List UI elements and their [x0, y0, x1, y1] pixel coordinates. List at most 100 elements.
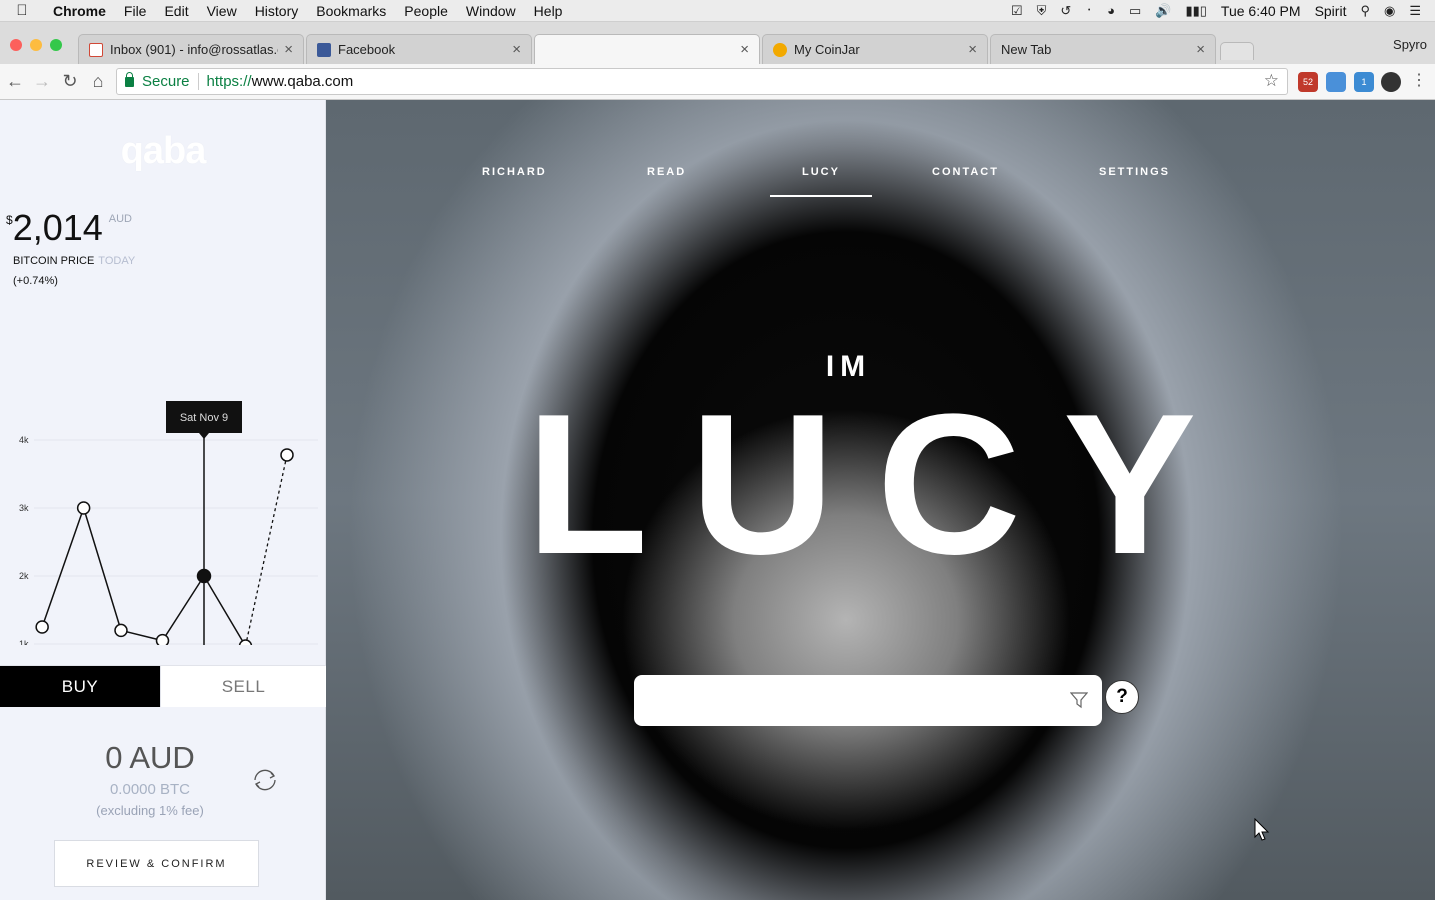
macos-menu-bar:  Chrome File Edit View History Bookmark…	[0, 0, 1435, 22]
menu-bookmarks[interactable]: Bookmarks	[307, 3, 395, 19]
user-name[interactable]: Spirit	[1315, 3, 1347, 19]
hero-headline: LUCY	[526, 373, 1239, 596]
facebook-icon	[317, 42, 331, 57]
tab-qaba[interactable]: ×	[534, 34, 760, 64]
mouse-cursor-icon	[1254, 818, 1270, 841]
trade-sidebar: qaba $ 2,014 AUD BITCOIN PRICE TODAY (+0.…	[0, 100, 326, 900]
hero-section: RICHARD READ LUCY CONTACT SETTINGS IM LU…	[326, 100, 1435, 900]
close-tab-icon[interactable]: ×	[1196, 41, 1205, 58]
volume-icon[interactable]: 🔊	[1155, 3, 1171, 19]
bitcoin-price: $ 2,014 AUD	[6, 210, 132, 246]
menu-help[interactable]: Help	[525, 3, 572, 19]
gmail-icon	[89, 42, 103, 57]
data-point	[76, 501, 91, 515]
search-input[interactable]	[634, 675, 1102, 726]
fee-note: (excluding 1% fee)	[96, 803, 204, 818]
menu-window[interactable]: Window	[457, 3, 525, 19]
close-tab-icon[interactable]: ×	[284, 41, 293, 58]
mail-extension-icon[interactable]: 52	[1298, 72, 1318, 92]
forecast-line	[245, 454, 288, 645]
price-unit: AUD	[108, 213, 133, 225]
data-point	[35, 620, 49, 634]
highlight-point	[196, 568, 212, 584]
close-window-button[interactable]	[10, 39, 22, 51]
close-tab-icon[interactable]: ×	[512, 41, 521, 58]
nav-read[interactable]: READ	[647, 166, 686, 178]
currency-symbol: $	[6, 213, 13, 227]
chrome-menu-icon[interactable]: ⋮	[1408, 70, 1430, 92]
price-change: (+0.74%)	[13, 275, 58, 287]
y-tick-label: 1k	[19, 639, 29, 645]
buy-tab[interactable]: BUY	[0, 666, 160, 707]
nav-lucy[interactable]: LUCY	[802, 166, 840, 178]
url-host: www.qaba.com	[251, 73, 354, 90]
help-button[interactable]: ?	[1105, 680, 1139, 714]
battery-icon[interactable]: ▮▮▯	[1185, 3, 1206, 19]
nav-settings[interactable]: SETTINGS	[1099, 166, 1170, 178]
menu-app-name[interactable]: Chrome	[44, 3, 115, 19]
airplay-icon[interactable]: ▭	[1129, 3, 1141, 19]
zoom-window-button[interactable]	[50, 39, 62, 51]
filter-icon[interactable]	[1070, 691, 1088, 709]
tab-facebook[interactable]: Facebook ×	[306, 34, 532, 64]
menu-history[interactable]: History	[246, 3, 308, 19]
spotlight-search-icon[interactable]: ⚲	[1360, 3, 1370, 19]
review-confirm-button[interactable]: REVIEW & CONFIRM	[54, 840, 259, 887]
y-tick-label: 3k	[19, 503, 29, 513]
close-tab-icon[interactable]: ×	[968, 41, 977, 58]
minimize-window-button[interactable]	[30, 39, 42, 51]
nav-richard[interactable]: RICHARD	[482, 166, 547, 178]
nav-contact[interactable]: CONTACT	[932, 166, 999, 178]
data-point	[114, 623, 128, 638]
price-value: 2,014	[12, 207, 103, 248]
data-point	[238, 639, 253, 645]
data-point	[155, 633, 170, 645]
coinjar-icon	[773, 42, 787, 57]
tooltip-pointer	[199, 433, 209, 439]
back-arrow-icon[interactable]: ←	[4, 70, 26, 92]
siri-icon[interactable]: ◉	[1384, 3, 1395, 19]
price-period[interactable]: TODAY	[98, 255, 135, 267]
url-scheme: https://	[206, 73, 252, 90]
active-nav-indicator	[770, 195, 872, 197]
time-machine-icon[interactable]: ↺	[1060, 3, 1071, 19]
forward-arrow-icon[interactable]: →	[31, 70, 53, 92]
sell-tab[interactable]: SELL	[160, 666, 326, 707]
menu-edit[interactable]: Edit	[155, 3, 197, 19]
secure-indicator[interactable]: Secure	[117, 71, 190, 90]
chat-extension-icon[interactable]	[1326, 72, 1346, 92]
circle-extension-icon[interactable]	[1381, 72, 1401, 92]
close-tab-icon[interactable]: ×	[740, 41, 749, 58]
swap-currency-icon[interactable]	[250, 767, 280, 793]
status-area: ☑ ⛨ ↺ ᛫ ◕ ▭ 🔊 ▮▮▯ Tue 6:40 PM Spirit ⚲ ◉…	[997, 3, 1435, 19]
menu-file[interactable]: File	[115, 3, 156, 19]
clock[interactable]: Tue 6:40 PM	[1221, 3, 1301, 19]
tooltip-label: Sat Nov 9	[180, 412, 228, 424]
qaba-logo[interactable]: qaba	[0, 130, 326, 173]
apple-icon[interactable]: 	[0, 2, 44, 19]
check-icon[interactable]: ☑	[1011, 3, 1023, 19]
wifi-icon[interactable]: ◕	[1107, 3, 1115, 18]
tab-inbox[interactable]: Inbox (901) - info@rossatlas.c ×	[78, 34, 304, 64]
bluetooth-icon[interactable]: ᛫	[1085, 3, 1093, 18]
menu-view[interactable]: View	[198, 3, 246, 19]
new-tab-button[interactable]	[1220, 42, 1254, 60]
browser-toolbar: ← → ↻ ⌂ Secure https:// www.qaba.com ☆ 5…	[0, 64, 1435, 100]
y-tick-label: 4k	[19, 435, 29, 445]
reload-icon[interactable]: ↻	[59, 70, 81, 92]
home-icon[interactable]: ⌂	[87, 70, 109, 92]
y-tick-label: 2k	[19, 571, 29, 581]
price-label: BITCOIN PRICE TODAY	[13, 255, 136, 267]
tab-new-tab[interactable]: New Tab ×	[990, 34, 1216, 64]
tab-coinjar[interactable]: My CoinJar ×	[762, 34, 988, 64]
price-chart[interactable]: 01k2k3k4k11/611/711/811/911/1011/11Sat N…	[0, 300, 326, 645]
menu-people[interactable]: People	[395, 3, 457, 19]
bookmark-star-icon[interactable]: ☆	[1264, 71, 1279, 91]
shield-icon[interactable]: ⛨	[1037, 3, 1047, 19]
data-point	[280, 448, 294, 462]
profile-name[interactable]: Spyro	[1393, 37, 1427, 52]
tools-extension-icon[interactable]: 1	[1354, 72, 1374, 92]
lock-icon	[125, 71, 134, 87]
notification-center-icon[interactable]: ☰	[1409, 3, 1421, 19]
address-bar[interactable]: Secure https:// www.qaba.com ☆	[116, 68, 1288, 95]
